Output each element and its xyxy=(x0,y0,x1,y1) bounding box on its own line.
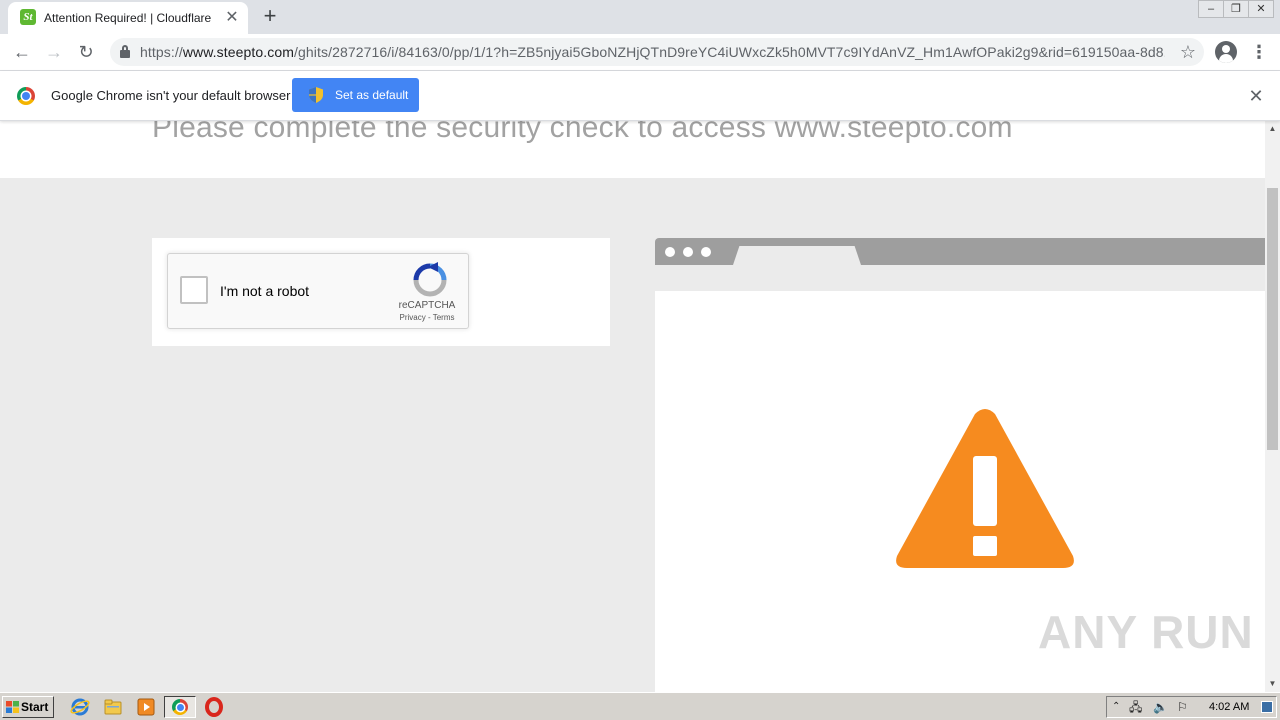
start-label: Start xyxy=(21,700,49,714)
default-browser-infobar: Google Chrome isn't your default browser… xyxy=(0,71,1280,121)
browser-menu-icon[interactable]: ⋮ xyxy=(1250,40,1268,64)
lock-icon[interactable] xyxy=(120,45,130,58)
illustration-dot xyxy=(683,247,693,257)
tab-title: Attention Required! | Cloudflare xyxy=(44,11,212,25)
url-text[interactable]: https://www.steepto.com/ghits/2872716/i/… xyxy=(140,44,1165,60)
recaptcha-logo-icon xyxy=(413,262,447,297)
set-as-default-button[interactable]: Set as default xyxy=(292,78,419,112)
media-player-icon[interactable] xyxy=(136,697,156,717)
close-window-button[interactable]: ✕ xyxy=(1248,0,1274,18)
scroll-thumb[interactable] xyxy=(1267,188,1278,450)
uac-shield-icon xyxy=(309,87,323,103)
anyrun-watermark: ANY RUN xyxy=(1038,606,1254,658)
url-path: /ghits/2872716/i/84163/0/pp/1/1?h=ZB5njy… xyxy=(294,44,1165,60)
browser-toolbar: ← → ↻ https://www.steepto.com/ghits/2872… xyxy=(0,34,1280,71)
windows-taskbar: Start ⌃ 🖧 🔈 ⚐ 4:02 AM xyxy=(0,692,1280,720)
taskbar-clock[interactable]: 4:02 AM xyxy=(1209,701,1249,713)
address-bar[interactable]: https://www.steepto.com/ghits/2872716/i/… xyxy=(110,38,1204,66)
windows-logo-icon xyxy=(6,701,19,713)
chrome-icon xyxy=(172,699,188,715)
set-as-default-label: Set as default xyxy=(335,88,409,102)
minimize-button[interactable]: – xyxy=(1198,0,1224,18)
window-controls: – ❐ ✕ xyxy=(1198,0,1274,20)
site-favicon-icon: St xyxy=(20,9,36,25)
show-desktop-icon[interactable] xyxy=(1261,701,1273,713)
show-hidden-icons-icon[interactable]: ⌃ xyxy=(1112,700,1120,714)
back-button[interactable]: ← xyxy=(10,40,34,64)
page-header: Please complete the security check to ac… xyxy=(0,121,1265,178)
warning-icon xyxy=(896,409,1074,568)
reload-button[interactable]: ↻ xyxy=(74,40,98,64)
tab-strip: St Attention Required! | Cloudflare ✕ + … xyxy=(0,0,1280,34)
page-scrollbar[interactable]: ▲ ▼ xyxy=(1265,121,1280,692)
url-scheme: https:// xyxy=(140,44,183,60)
url-host: www.steepto.com xyxy=(182,44,295,60)
recaptcha-checkbox[interactable] xyxy=(180,276,208,304)
scroll-down-arrow-icon[interactable]: ▼ xyxy=(1265,676,1280,692)
tab-close-icon[interactable]: ✕ xyxy=(222,8,242,28)
scroll-up-arrow-icon[interactable]: ▲ xyxy=(1265,121,1280,137)
volume-icon[interactable]: 🔈 xyxy=(1153,700,1168,714)
action-center-flag-icon[interactable]: ⚐ xyxy=(1177,700,1188,714)
new-tab-button[interactable]: + xyxy=(258,4,282,28)
infobar-close-icon[interactable]: ✕ xyxy=(1246,86,1266,106)
browser-tab[interactable]: St Attention Required! | Cloudflare ✕ xyxy=(8,2,248,34)
bookmark-star-icon[interactable]: ☆ xyxy=(1180,41,1196,63)
recaptcha-privacy-terms-links[interactable]: Privacy - Terms xyxy=(382,313,472,322)
internet-explorer-icon[interactable] xyxy=(70,697,90,717)
chrome-taskbar-button[interactable] xyxy=(164,696,196,718)
infobar-message: Google Chrome isn't your default browser xyxy=(51,88,291,103)
system-tray: ⌃ 🖧 🔈 ⚐ 4:02 AM xyxy=(1106,696,1277,718)
illustration-titlebar xyxy=(655,238,1265,265)
illustration-tab xyxy=(733,246,861,265)
account-icon[interactable] xyxy=(1215,41,1237,63)
start-button[interactable]: Start xyxy=(2,696,54,718)
restore-button[interactable]: ❐ xyxy=(1223,0,1249,18)
captcha-card: I'm not a robot reCAPTCHA Privacy - Term… xyxy=(152,238,610,346)
network-icon[interactable]: 🖧 xyxy=(1129,700,1142,714)
illustration-dot xyxy=(701,247,711,257)
page-headline: Please complete the security check to ac… xyxy=(152,121,1013,144)
recaptcha-label: I'm not a robot xyxy=(220,283,310,299)
recaptcha-brand: reCAPTCHA xyxy=(398,300,456,311)
chrome-logo-icon xyxy=(17,87,35,105)
illustration-toolbar xyxy=(655,265,1265,291)
recaptcha-widget: I'm not a robot reCAPTCHA Privacy - Term… xyxy=(167,253,469,329)
opera-icon[interactable] xyxy=(204,697,224,717)
illustration-dot xyxy=(665,247,675,257)
file-explorer-icon[interactable] xyxy=(103,697,123,717)
forward-button[interactable]: → xyxy=(42,40,66,64)
